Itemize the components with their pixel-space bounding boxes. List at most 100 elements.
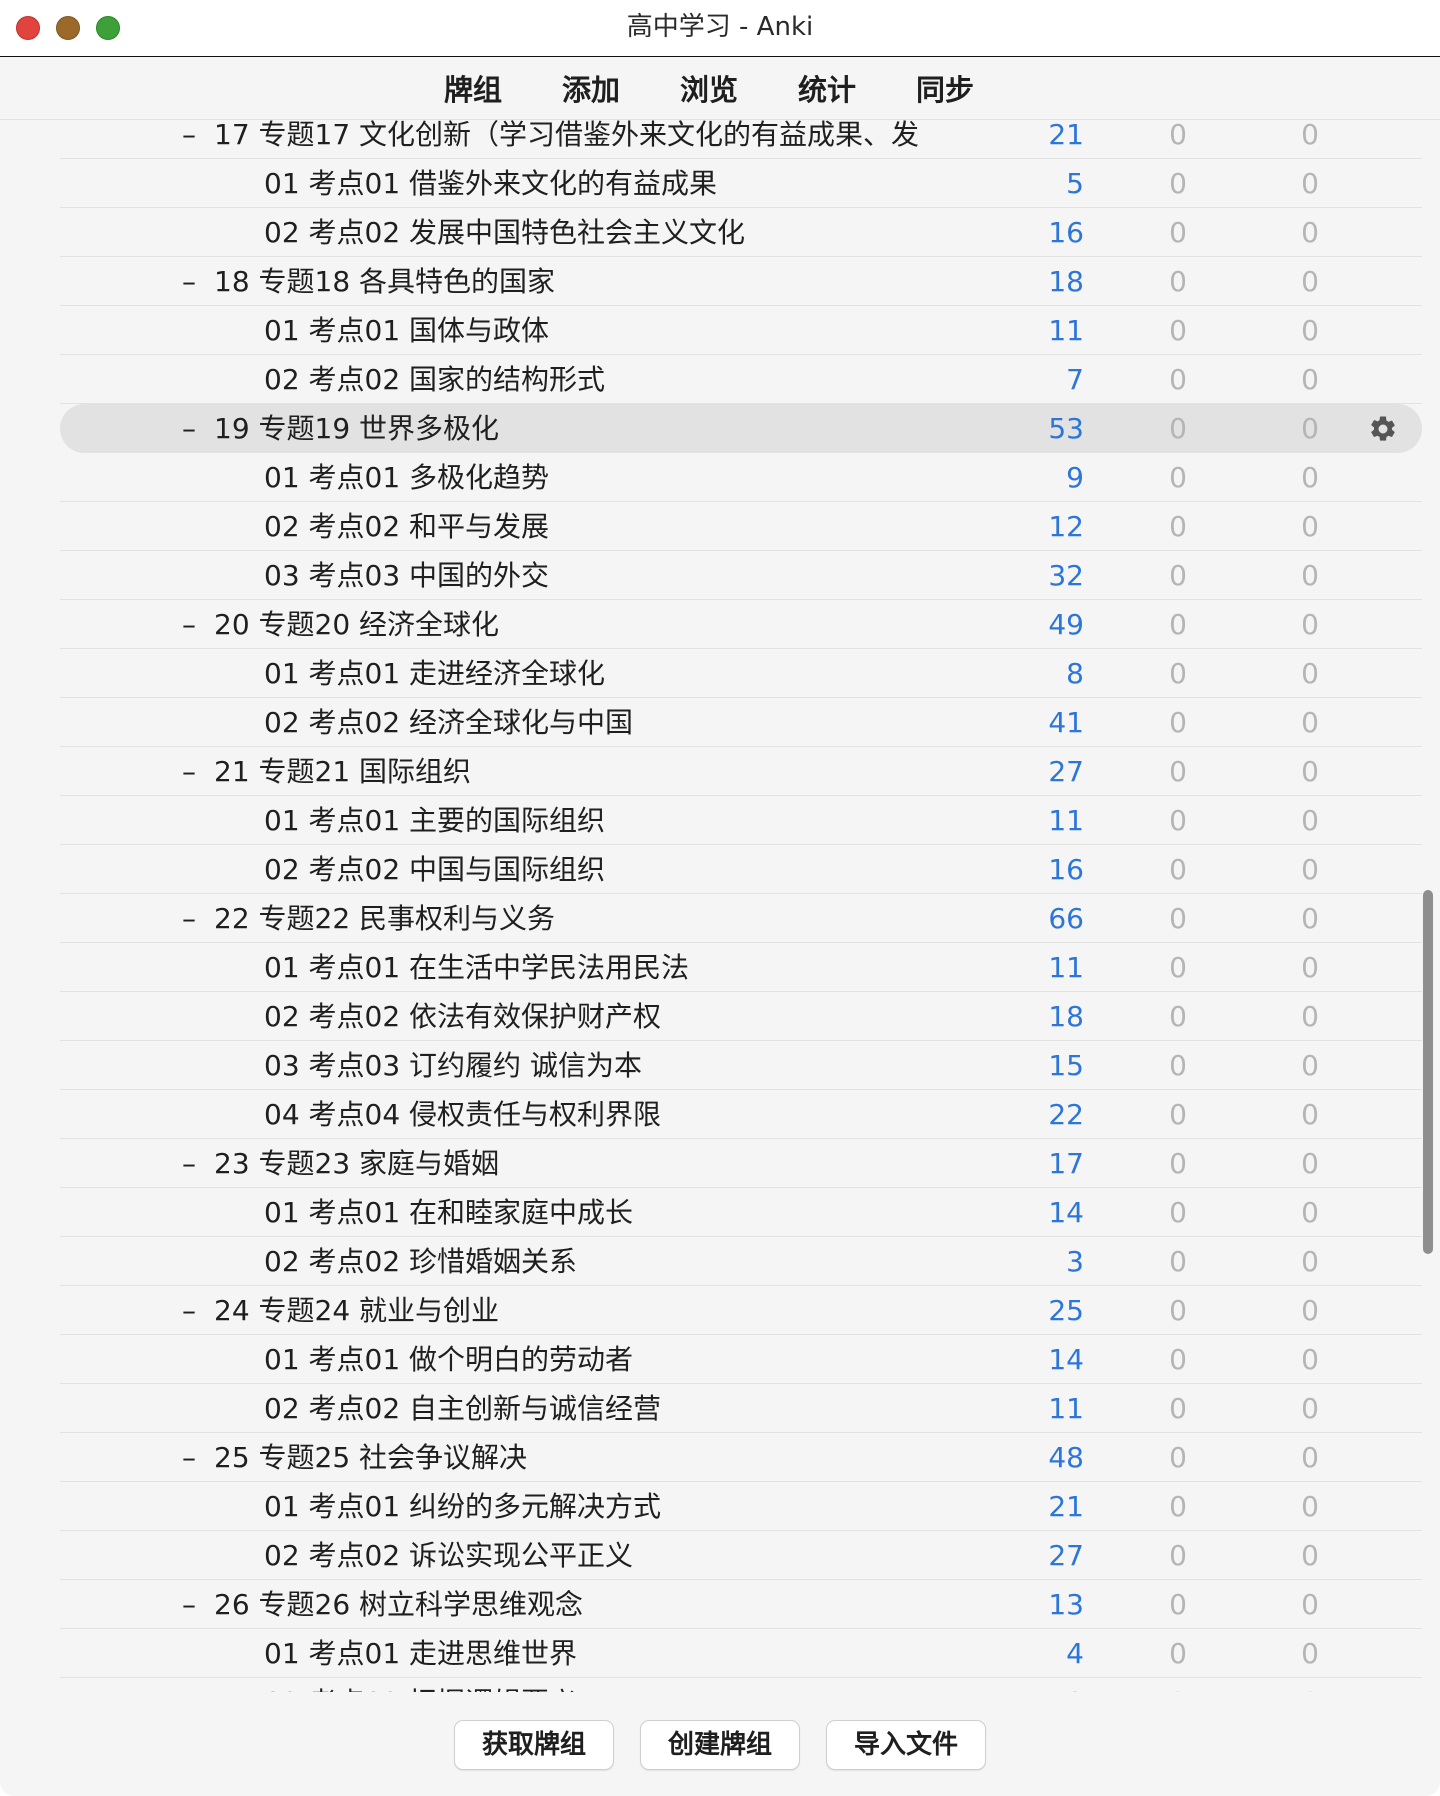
deck-row-subdeck[interactable]: 02 考点02 国家的结构形式 7 0 0: [60, 355, 1422, 404]
deck-name[interactable]: 23 专题23 家庭与婚姻: [214, 1139, 499, 1188]
deck-row-subdeck[interactable]: 02 考点02 珍惜婚姻关系 3 0 0: [60, 1237, 1422, 1286]
deck-name[interactable]: 02 考点02 自主创新与诚信经营: [264, 1384, 661, 1433]
deck-row-topic[interactable]: –17 专题17 文化创新（学习借鉴外来文化的有益成果、发 21 0 0: [60, 120, 1422, 159]
deck-row-subdeck[interactable]: 03 考点03 中国的外交 32 0 0: [60, 551, 1422, 600]
deck-name[interactable]: 02 考点02 把握逻辑要义: [264, 1678, 577, 1692]
new-count: 0: [1169, 314, 1187, 347]
deck-name[interactable]: 01 考点01 做个明白的劳动者: [264, 1335, 633, 1384]
deck-name[interactable]: 02 考点02 珍惜婚姻关系: [264, 1237, 577, 1286]
learn-count: 0: [1301, 120, 1319, 151]
toolbar-decks[interactable]: 牌组: [442, 67, 504, 109]
collapse-toggle[interactable]: –: [182, 1139, 196, 1188]
deck-row-subdeck[interactable]: 01 考点01 多极化趋势 9 0 0: [60, 453, 1422, 502]
deck-name[interactable]: 21 专题21 国际组织: [214, 747, 471, 796]
deck-row-subdeck[interactable]: 02 考点02 自主创新与诚信经营 11 0 0: [60, 1384, 1422, 1433]
collapse-toggle[interactable]: –: [182, 747, 196, 796]
deck-row-subdeck[interactable]: 02 考点02 把握逻辑要义 8 0 0: [60, 1678, 1422, 1692]
import-file-button[interactable]: 导入文件: [826, 1720, 987, 1770]
deck-name[interactable]: 02 考点02 国家的结构形式: [264, 355, 605, 404]
deck-name[interactable]: 02 考点02 和平与发展: [264, 502, 549, 551]
collapse-toggle[interactable]: –: [182, 894, 196, 943]
deck-name[interactable]: 01 考点01 走进经济全球化: [264, 649, 605, 698]
deck-name[interactable]: 03 考点03 中国的外交: [264, 551, 549, 600]
collapse-toggle[interactable]: –: [182, 600, 196, 649]
deck-name[interactable]: 01 考点01 主要的国际组织: [264, 796, 605, 845]
deck-row-topic[interactable]: –26 专题26 树立科学思维观念 13 0 0: [60, 1580, 1422, 1629]
deck-row-subdeck[interactable]: 02 考点02 中国与国际组织 16 0 0: [60, 845, 1422, 894]
deck-row-subdeck[interactable]: 01 考点01 纠纷的多元解决方式 21 0 0: [60, 1482, 1422, 1531]
deck-name[interactable]: 26 专题26 树立科学思维观念: [214, 1580, 583, 1629]
deck-row-subdeck[interactable]: 01 考点01 走进思维世界 4 0 0: [60, 1629, 1422, 1678]
deck-row-topic[interactable]: –19 专题19 世界多极化 53 0 0: [60, 404, 1422, 453]
due-count: 4: [1066, 1637, 1084, 1670]
deck-row-subdeck[interactable]: 02 考点02 依法有效保护财产权 18 0 0: [60, 992, 1422, 1041]
new-count: 0: [1169, 1098, 1187, 1131]
collapse-toggle[interactable]: –: [182, 1433, 196, 1482]
deck-row-subdeck[interactable]: 01 考点01 国体与政体 11 0 0: [60, 306, 1422, 355]
collapse-toggle[interactable]: –: [182, 257, 196, 306]
deck-row-subdeck[interactable]: 01 考点01 在和睦家庭中成长 14 0 0: [60, 1188, 1422, 1237]
deck-name[interactable]: 04 考点04 侵权责任与权利界限: [264, 1090, 661, 1139]
deck-name[interactable]: 02 考点02 诉讼实现公平正义: [264, 1531, 633, 1580]
deck-row-subdeck[interactable]: 01 考点01 主要的国际组织 11 0 0: [60, 796, 1422, 845]
due-count: 14: [1048, 1196, 1084, 1229]
deck-name[interactable]: 01 考点01 纠纷的多元解决方式: [264, 1482, 661, 1531]
deck-row-subdeck[interactable]: 01 考点01 借鉴外来文化的有益成果 5 0 0: [60, 159, 1422, 208]
deck-name[interactable]: 25 专题25 社会争议解决: [214, 1433, 527, 1482]
deck-name[interactable]: 01 考点01 国体与政体: [264, 306, 549, 355]
learn-count: 0: [1301, 1490, 1319, 1523]
deck-name[interactable]: 01 考点01 多极化趋势: [264, 453, 549, 502]
toolbar-browse[interactable]: 浏览: [678, 67, 740, 109]
deck-list-view[interactable]: –17 专题17 文化创新（学习借鉴外来文化的有益成果、发 21 0 0 01 考点01…: [0, 120, 1440, 1692]
deck-row-subdeck[interactable]: 02 考点02 和平与发展 12 0 0: [60, 502, 1422, 551]
collapse-toggle[interactable]: –: [182, 1286, 196, 1335]
deck-name[interactable]: 24 专题24 就业与创业: [214, 1286, 499, 1335]
learn-count: 0: [1301, 1343, 1319, 1376]
deck-name[interactable]: 03 考点03 订约履约 诚信为本: [264, 1041, 642, 1090]
toolbar-sync[interactable]: 同步: [914, 67, 976, 109]
deck-name[interactable]: 01 考点01 走进思维世界: [264, 1629, 577, 1678]
deck-row-topic[interactable]: –18 专题18 各具特色的国家 18 0 0: [60, 257, 1422, 306]
toolbar-add[interactable]: 添加: [560, 67, 622, 109]
deck-row-topic[interactable]: –20 专题20 经济全球化 49 0 0: [60, 600, 1422, 649]
scrollbar-thumb[interactable]: [1423, 890, 1433, 1254]
deck-row-subdeck[interactable]: 01 考点01 在生活中学民法用民法 11 0 0: [60, 943, 1422, 992]
deck-row-topic[interactable]: –23 专题23 家庭与婚姻 17 0 0: [60, 1139, 1422, 1188]
deck-row-subdeck[interactable]: 03 考点03 订约履约 诚信为本 15 0 0: [60, 1041, 1422, 1090]
collapse-toggle[interactable]: –: [182, 1580, 196, 1629]
collapse-toggle[interactable]: –: [182, 404, 196, 453]
deck-row-subdeck[interactable]: 01 考点01 走进经济全球化 8 0 0: [60, 649, 1422, 698]
deck-name[interactable]: 17 专题17 文化创新（学习借鉴外来文化的有益成果、发: [214, 120, 919, 159]
deck-name[interactable]: 01 考点01 借鉴外来文化的有益成果: [264, 159, 717, 208]
gear-icon[interactable]: [1368, 414, 1398, 444]
learn-count: 0: [1301, 559, 1319, 592]
deck-name[interactable]: 02 考点02 经济全球化与中国: [264, 698, 633, 747]
create-deck-button[interactable]: 创建牌组: [639, 1720, 800, 1770]
toolbar-stats[interactable]: 统计: [796, 67, 858, 109]
deck-row-topic[interactable]: –21 专题21 国际组织 27 0 0: [60, 747, 1422, 796]
deck-name[interactable]: 20 专题20 经济全球化: [214, 600, 499, 649]
deck-row-subdeck[interactable]: 04 考点04 侵权责任与权利界限 22 0 0: [60, 1090, 1422, 1139]
new-count: 0: [1169, 167, 1187, 200]
deck-row-subdeck[interactable]: 02 考点02 经济全球化与中国 41 0 0: [60, 698, 1422, 747]
deck-name[interactable]: 01 考点01 在和睦家庭中成长: [264, 1188, 633, 1237]
deck-name[interactable]: 19 专题19 世界多极化: [214, 404, 499, 453]
learn-count: 0: [1301, 755, 1319, 788]
deck-row-topic[interactable]: –22 专题22 民事权利与义务 66 0 0: [60, 894, 1422, 943]
deck-row-topic[interactable]: –24 专题24 就业与创业 25 0 0: [60, 1286, 1422, 1335]
learn-count: 0: [1301, 902, 1319, 935]
deck-row-topic[interactable]: –25 专题25 社会争议解决 48 0 0: [60, 1433, 1422, 1482]
deck-name[interactable]: 02 考点02 发展中国特色社会主义文化: [264, 208, 745, 257]
deck-row-subdeck[interactable]: 01 考点01 做个明白的劳动者 14 0 0: [60, 1335, 1422, 1384]
deck-name[interactable]: 18 专题18 各具特色的国家: [214, 257, 555, 306]
deck-name[interactable]: 02 考点02 中国与国际组织: [264, 845, 605, 894]
learn-count: 0: [1301, 314, 1319, 347]
learn-count: 0: [1301, 1049, 1319, 1082]
deck-row-subdeck[interactable]: 02 考点02 发展中国特色社会主义文化 16 0 0: [60, 208, 1422, 257]
deck-name[interactable]: 22 专题22 民事权利与义务: [214, 894, 555, 943]
get-shared-decks-button[interactable]: 获取牌组: [453, 1720, 614, 1770]
deck-name[interactable]: 01 考点01 在生活中学民法用民法: [264, 943, 689, 992]
deck-name[interactable]: 02 考点02 依法有效保护财产权: [264, 992, 661, 1041]
deck-row-subdeck[interactable]: 02 考点02 诉讼实现公平正义 27 0 0: [60, 1531, 1422, 1580]
collapse-toggle[interactable]: –: [182, 120, 196, 159]
